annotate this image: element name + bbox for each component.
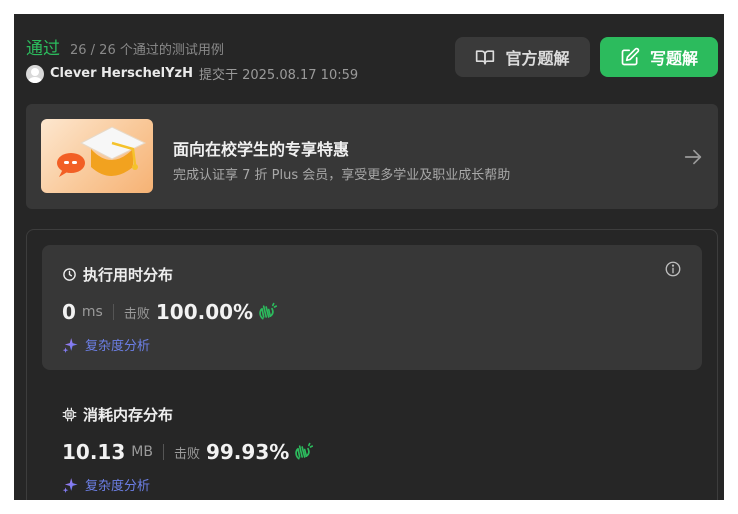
info-icon[interactable] — [664, 260, 682, 278]
memory-beat-value: 99.93% — [205, 440, 290, 464]
runtime-unit: ms — [81, 304, 103, 320]
chip-icon — [62, 407, 77, 422]
promo-title: 面向在校学生的专享特惠 — [173, 140, 350, 159]
runtime-beat-value: 100.00% — [155, 300, 254, 324]
memory-unit: MB — [131, 444, 153, 460]
submission-panel: 通过 26 / 26 个通过的测试用例 Clever HerschelYzH 提… — [14, 14, 724, 500]
memory-beat-label: 击败 — [173, 446, 200, 462]
write-solution-label: 写题解 — [649, 49, 698, 68]
memory-header: 消耗内存分布 — [62, 404, 173, 425]
official-solution-button[interactable]: 官方题解 — [455, 37, 590, 77]
memory-metric: 10.13 MB 击败 99.93% — [62, 440, 314, 464]
official-solution-label: 官方题解 — [505, 49, 570, 68]
status-title: 通过 — [26, 39, 60, 59]
clap-icon — [259, 302, 278, 320]
promo-illustration — [41, 119, 153, 193]
runtime-header: 执行用时分布 — [62, 264, 173, 285]
write-solution-button[interactable]: 写题解 — [600, 37, 718, 77]
sparkle-icon — [62, 338, 78, 353]
runtime-value: 0 — [62, 300, 76, 324]
divider — [112, 304, 114, 320]
author-name[interactable]: Clever HerschelYzH — [50, 66, 193, 81]
memory-card[interactable]: 消耗内存分布 10.13 MB 击败 99.93% 复杂度分析 — [42, 385, 702, 500]
divider — [162, 444, 164, 460]
runtime-card[interactable]: 执行用时分布 0 ms 击败 100.00% 复杂度分析 — [42, 245, 702, 370]
memory-title: 消耗内存分布 — [83, 406, 174, 424]
clock-icon — [63, 268, 76, 281]
sparkle-icon — [62, 478, 78, 493]
clap-icon — [295, 442, 314, 460]
runtime-complexity-link[interactable]: 复杂度分析 — [62, 335, 150, 354]
arrow-right-icon[interactable] — [682, 146, 704, 168]
edit-icon — [621, 47, 640, 66]
memory-complexity-link[interactable]: 复杂度分析 — [62, 475, 150, 494]
performance-stats: 执行用时分布 0 ms 击败 100.00% 复杂度分析 消耗内存分布 10.1… — [26, 229, 718, 500]
memory-analysis-label: 复杂度分析 — [85, 479, 151, 494]
runtime-analysis-label: 复杂度分析 — [85, 339, 151, 354]
runtime-beat-label: 击败 — [123, 306, 150, 322]
avatar[interactable] — [26, 64, 44, 83]
author-row: Clever HerschelYzH 提交于 2025.08.17 10:59 — [26, 64, 358, 83]
runtime-title: 执行用时分布 — [83, 266, 174, 284]
graduation-cap-icon — [57, 126, 147, 177]
student-promo-banner[interactable]: 面向在校学生的专享特惠 完成认证享 7 折 Plus 会员，享受更多学业及职业成… — [26, 104, 718, 209]
test-summary: 26 / 26 个通过的测试用例 — [70, 43, 224, 58]
promo-description: 完成认证享 7 折 Plus 会员，享受更多学业及职业成长帮助 — [173, 168, 511, 183]
submit-time: 提交于 2025.08.17 10:59 — [198, 68, 359, 83]
status-row: 通过 26 / 26 个通过的测试用例 — [26, 34, 224, 59]
memory-value: 10.13 — [62, 440, 126, 464]
runtime-metric: 0 ms 击败 100.00% — [62, 300, 278, 324]
book-icon — [476, 50, 495, 65]
